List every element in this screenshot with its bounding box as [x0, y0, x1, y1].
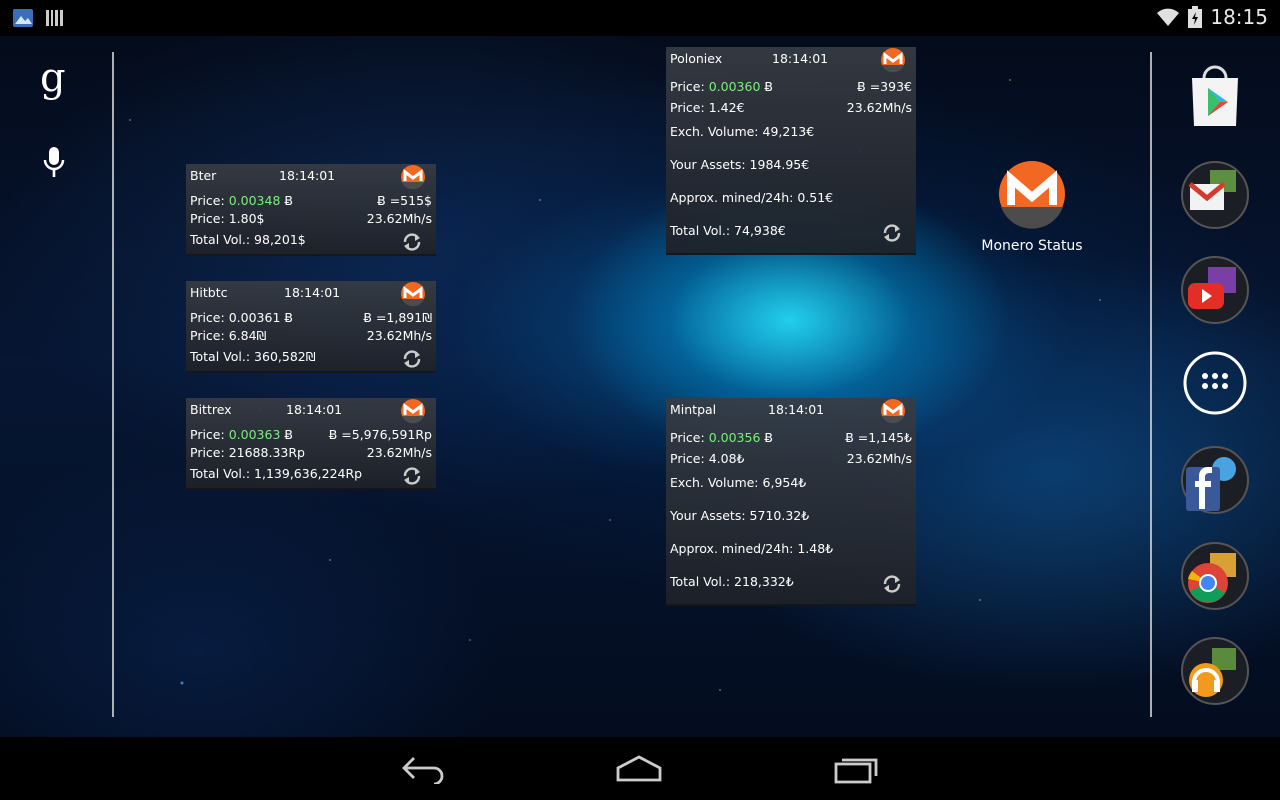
back-icon[interactable]	[398, 752, 448, 784]
fiat-per-btc: Ƀ =515$	[377, 193, 432, 208]
hashrate: 23.62Mh/s	[846, 100, 912, 115]
monero-logo-icon	[401, 282, 425, 307]
price-btc-row: Price: 0.00360 Ƀ	[670, 79, 773, 94]
monero-logo-icon	[881, 399, 905, 424]
app-label[interactable]: Monero Status	[972, 238, 1092, 254]
exchange-name: Poloniex	[670, 51, 723, 66]
fiat-per-btc: Ƀ =1,891₪	[363, 310, 432, 325]
total-volume-row: Total Vol.: 218,332₺	[670, 574, 794, 589]
exchange-name: Bittrex	[190, 402, 232, 417]
monero-status-app-icon[interactable]	[997, 159, 1067, 229]
monero-logo-icon	[401, 399, 425, 424]
widget-bittrex[interactable]: Bittrex 18:14:01 Price: 0.00363 Ƀ Ƀ =5,9…	[186, 398, 436, 490]
price-fiat-row: Price: 6.84₪	[190, 328, 267, 343]
chrome-folder-icon[interactable]	[1180, 541, 1250, 611]
widget-hitbtc[interactable]: Hitbtc 18:14:01 Price: 0.00361 Ƀ Ƀ =1,89…	[186, 281, 436, 373]
widget-mintpal[interactable]: Mintpal 18:14:01 Price: 0.00356 Ƀ Ƀ =1,1…	[666, 398, 916, 606]
clock: 18:15	[1210, 5, 1268, 29]
battery-charging-icon	[1188, 6, 1203, 28]
hashrate: 23.62Mh/s	[366, 328, 432, 343]
price-btc-row: Price: 0.00363 Ƀ	[190, 427, 293, 442]
google-search-icon[interactable]: g	[40, 55, 66, 101]
monero-logo-icon	[401, 165, 425, 190]
hashrate: 23.62Mh/s	[366, 211, 432, 226]
refresh-icon[interactable]	[401, 348, 423, 370]
exch-volume-row: Exch. Volume: 6,954₺	[670, 475, 807, 490]
update-time: 18:14:01	[286, 402, 343, 417]
fiat-per-btc: Ƀ =1,145₺	[845, 430, 912, 445]
left-edge-divider	[112, 52, 114, 717]
refresh-icon[interactable]	[401, 465, 423, 487]
voice-search-icon[interactable]	[40, 145, 68, 181]
wifi-icon	[1157, 8, 1180, 26]
total-volume-row: Total Vol.: 74,938€	[670, 223, 786, 238]
assets-row: Your Assets: 5710.32₺	[670, 508, 810, 523]
status-bar: 18:15	[0, 0, 1280, 36]
total-volume-row: Total Vol.: 1,139,636,224Rp	[190, 466, 363, 481]
home-icon[interactable]	[614, 752, 664, 784]
youtube-folder-icon[interactable]	[1180, 255, 1250, 325]
update-time: 18:14:01	[772, 51, 829, 66]
facebook-folder-icon[interactable]	[1180, 445, 1250, 515]
widget-poloniex[interactable]: Poloniex 18:14:01 Price: 0.00360 Ƀ Ƀ =39…	[666, 47, 916, 255]
update-time: 18:14:01	[768, 402, 825, 417]
refresh-icon[interactable]	[881, 222, 903, 244]
total-volume-row: Total Vol.: 360,582₪	[190, 349, 316, 364]
play-music-folder-icon[interactable]	[1180, 636, 1250, 706]
fiat-per-btc: Ƀ =5,976,591Rp	[328, 427, 432, 442]
price-fiat-row: Price: 1.42€	[670, 100, 745, 115]
widget-bter[interactable]: Bter 18:14:01 Price: 0.00348 Ƀ Ƀ =515$ P…	[186, 164, 436, 256]
gmail-folder-icon[interactable]	[1180, 160, 1250, 230]
navigation-bar	[0, 737, 1280, 800]
exchange-name: Bter	[190, 168, 217, 183]
refresh-icon[interactable]	[881, 573, 903, 595]
price-fiat-row: Price: 1.80$	[190, 211, 265, 226]
assets-row: Your Assets: 1984.95€	[670, 157, 810, 172]
exch-volume-row: Exch. Volume: 49,213€	[670, 124, 815, 139]
total-volume-row: Total Vol.: 98,201$	[190, 232, 306, 247]
price-btc-row: Price: 0.00361 Ƀ	[190, 310, 293, 325]
update-time: 18:14:01	[284, 285, 341, 300]
refresh-icon[interactable]	[401, 231, 423, 253]
all-apps-icon[interactable]	[1180, 348, 1250, 418]
price-fiat-row: Price: 4.08₺	[670, 451, 745, 466]
update-time: 18:14:01	[279, 168, 336, 183]
price-btc-row: Price: 0.00356 Ƀ	[670, 430, 773, 445]
recents-icon[interactable]	[832, 752, 882, 784]
fiat-per-btc: Ƀ =393€	[857, 79, 912, 94]
hashrate: 23.62Mh/s	[846, 451, 912, 466]
monero-logo-icon	[881, 48, 905, 73]
price-btc-row: Price: 0.00348 Ƀ	[190, 193, 293, 208]
exchange-name: Hitbtc	[190, 285, 228, 300]
price-fiat-row: Price: 21688.33Rp	[190, 445, 305, 460]
right-edge-divider	[1150, 52, 1152, 717]
gallery-notification-icon	[13, 9, 33, 27]
play-store-icon[interactable]	[1180, 60, 1250, 130]
hashrate: 23.62Mh/s	[366, 445, 432, 460]
mined-row: Approx. mined/24h: 1.48₺	[670, 541, 834, 556]
exchange-name: Mintpal	[670, 402, 717, 417]
barcode-notification-icon	[46, 10, 63, 26]
mined-row: Approx. mined/24h: 0.51€	[670, 190, 834, 205]
